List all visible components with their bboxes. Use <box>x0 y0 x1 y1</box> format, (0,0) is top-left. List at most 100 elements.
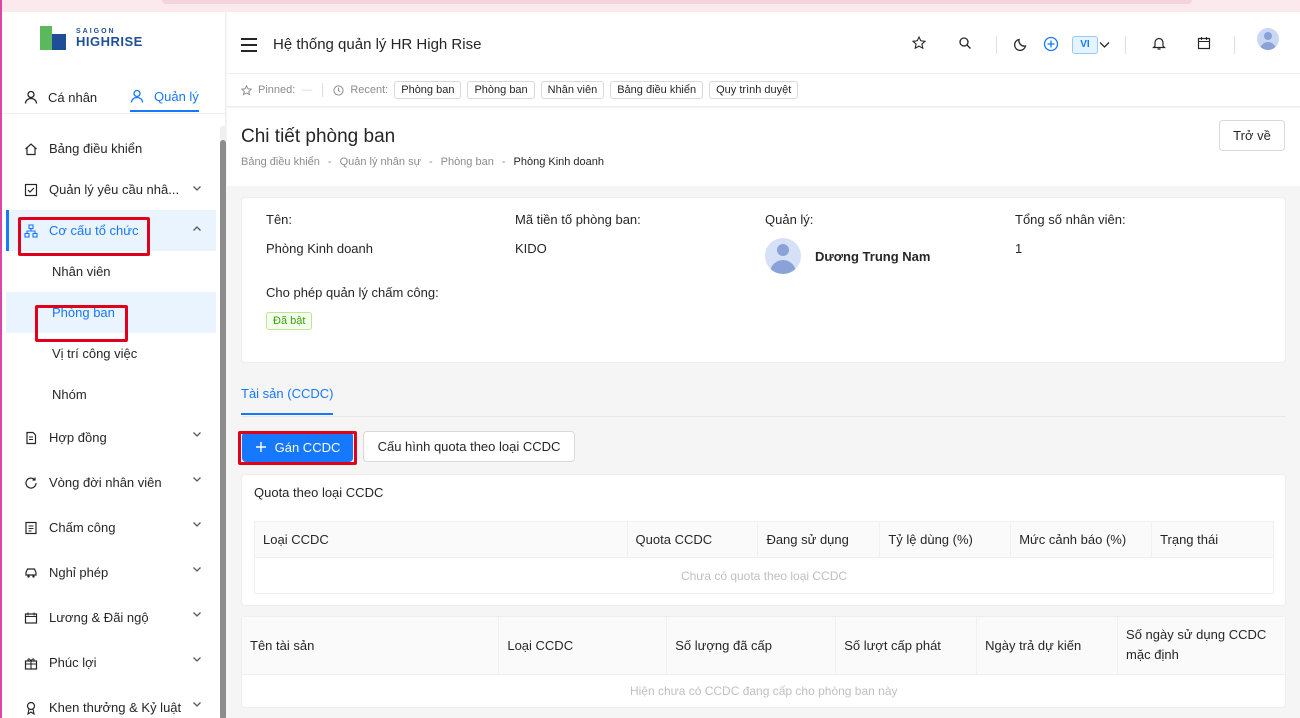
logo-line2: HIGHRISE <box>76 34 143 49</box>
sidebar-item-attendance[interactable]: Chấm công <box>6 505 216 550</box>
avatar <box>765 238 801 274</box>
column-header: Ngày trả dự kiến <box>976 617 1119 675</box>
department-code: KIDO <box>515 241 547 256</box>
column-header: Mức cảnh báo (%) <box>1010 521 1153 558</box>
sidebar-scrollbar-thumb[interactable] <box>220 140 226 718</box>
mode-manage[interactable]: Quản lý <box>130 82 199 112</box>
config-quota-button[interactable]: Cấu hình quota theo loại CCDC <box>363 431 575 462</box>
department-detail-card: Tên: Phòng Kinh doanh Mã tiền tố phòng b… <box>241 197 1286 363</box>
plus-icon <box>255 442 266 452</box>
recent-chip[interactable]: Phòng ban <box>394 81 462 99</box>
breadcrumb-item[interactable]: Quản lý nhân sự <box>340 156 421 168</box>
chevron-down-icon[interactable] <box>1099 40 1110 50</box>
clipboard-icon <box>25 521 37 534</box>
pinned-value: — <box>301 84 313 96</box>
sidebar-item-label: Khen thưởng & Kỷ luật <box>49 700 182 715</box>
menu-toggle-icon[interactable] <box>241 38 257 56</box>
add-circle-icon[interactable] <box>1043 36 1059 52</box>
award-icon <box>26 701 36 715</box>
table-header-row: Loại CCDC Quota CCDC Đang sử dụng Tỷ lệ … <box>254 521 1274 558</box>
column-header: Loại CCDC <box>498 617 668 675</box>
sidebar-item-label: Cơ cấu tổ chức <box>49 223 139 238</box>
mode-personal-label: Cá nhân <box>48 89 98 105</box>
sidebar-item-label: Nghỉ phép <box>49 565 109 580</box>
quota-table: Loại CCDC Quota CCDC Đang sử dụng Tỷ lệ … <box>254 521 1274 594</box>
column-header: Tên tài sản <box>242 617 500 675</box>
column-header: Quota CCDC <box>627 521 759 558</box>
chevron-down-icon <box>193 186 201 191</box>
empty-message: Hiện chưa có CCDC đang cấp cho phòng ban… <box>629 684 898 699</box>
language-selector[interactable]: VI <box>1072 36 1098 54</box>
cycle-icon <box>25 476 37 489</box>
quota-title: Quota theo loại CCDC <box>254 485 384 500</box>
pinned-recent-bar: Pinned: — Recent: Phòng ban Phòng ban Nh… <box>227 74 1300 107</box>
logo-mark-icon <box>38 24 72 52</box>
tab-bar: Tài sản (CCDC) <box>241 380 1286 417</box>
recent-chip[interactable]: Nhân viên <box>540 81 605 99</box>
recent-chip[interactable]: Bảng điều khiển <box>610 81 704 99</box>
table-row: Chưa có quota theo loại CCDC <box>255 558 1274 594</box>
sidebar-item-contracts[interactable]: Hợp đồng <box>6 415 216 460</box>
sidebar-item-label: Chấm công <box>49 520 116 535</box>
sidebar-item-leave[interactable]: Nghỉ phép <box>6 550 216 595</box>
chevron-down-icon <box>193 612 201 617</box>
breadcrumb-separator: - <box>327 156 332 168</box>
breadcrumb-item[interactable]: Phòng ban <box>441 156 494 168</box>
calendar-icon[interactable] <box>1197 36 1211 50</box>
sidebar-scrollbar[interactable] <box>220 126 226 718</box>
chevron-down-icon <box>193 477 201 482</box>
column-header: Tỷ lệ dùng (%) <box>879 521 1012 558</box>
empty-message: Chưa có quota theo loại CCDC <box>680 568 848 583</box>
sidebar-item-org-structure[interactable]: Cơ cấu tổ chức <box>6 210 216 251</box>
contract-icon <box>26 431 37 444</box>
logo[interactable]: SAIGON HIGHRISE <box>38 24 143 52</box>
top-header: Hệ thống quản lý HR High Rise VI <box>227 12 1300 74</box>
bell-icon[interactable] <box>1152 36 1166 51</box>
sidebar-subitem-departments[interactable]: Phòng ban <box>6 292 216 333</box>
user-avatar[interactable] <box>1257 28 1279 50</box>
total-employees-value: 1 <box>1015 241 1023 256</box>
assets-table: Tên tài sản Loại CCDC Số lượng đã cấp Số… <box>242 617 1286 708</box>
car-icon <box>25 567 37 578</box>
sidebar-menu: Bảng điều khiển Quản lý yêu cầu nhâ... C… <box>6 128 216 718</box>
back-button[interactable]: Trở về <box>1219 120 1285 151</box>
chevron-down-icon <box>193 432 201 437</box>
header-divider <box>1125 36 1126 54</box>
sidebar-subitem-employees[interactable]: Nhân viên <box>6 251 216 292</box>
assign-ccdc-label: Gán CCDC <box>274 439 341 455</box>
assign-ccdc-button[interactable]: Gán CCDC <box>242 432 353 462</box>
breadcrumb: Bảng điều khiển - Quản lý nhân sự - Phòng … <box>241 156 604 168</box>
sidebar-item-salary[interactable]: Lương & Đãi ngộ <box>6 595 216 640</box>
search-icon[interactable] <box>958 36 972 50</box>
user-icon <box>24 90 38 104</box>
sidebar-item-label: Lương & Đãi ngộ <box>49 610 149 625</box>
breadcrumb-current: Phòng Kinh doanh <box>513 156 605 168</box>
sidebar-item-requests[interactable]: Quản lý yêu cầu nhâ... <box>6 169 216 210</box>
checkbox-icon <box>24 183 38 196</box>
dark-mode-icon[interactable] <box>1014 36 1029 51</box>
page-title: Chi tiết phòng ban <box>241 126 396 147</box>
chevron-down-icon <box>193 702 201 707</box>
sidebar-item-benefits[interactable]: Phúc lợi <box>6 640 216 685</box>
tab-assets[interactable]: Tài sản (CCDC) <box>241 386 334 415</box>
top-strip-bar <box>162 0 1192 4</box>
user-icon <box>130 89 144 103</box>
recent-chip[interactable]: Phòng ban <box>467 81 535 99</box>
department-name: Phòng Kinh doanh <box>266 241 373 256</box>
mode-personal[interactable]: Cá nhân <box>24 82 97 112</box>
column-header: Trạng thái <box>1151 521 1274 558</box>
column-header: Số lượt cấp phát <box>835 617 978 675</box>
attendance-label: Cho phép quản lý chấm công: <box>266 285 439 300</box>
browser-top-strip <box>0 0 1300 12</box>
column-header: Đang sử dụng <box>757 521 881 558</box>
sidebar-subitem-positions[interactable]: Vị trí công việc <box>6 333 216 374</box>
breadcrumb-item[interactable]: Bảng điều khiển <box>241 156 320 168</box>
table-row: Hiện chưa có CCDC đang cấp cho phòng ban… <box>242 674 1286 708</box>
sidebar-item-dashboard[interactable]: Bảng điều khiển <box>6 128 216 169</box>
sidebar-item-lifecycle[interactable]: Vòng đời nhân viên <box>6 460 216 505</box>
sidebar-subitem-groups[interactable]: Nhóm <box>6 374 216 415</box>
recent-chip[interactable]: Quy trình duyệt <box>709 81 799 99</box>
star-icon[interactable] <box>912 36 926 50</box>
sidebar-item-rewards[interactable]: Khen thưởng & Kỷ luật <box>6 685 216 718</box>
column-header: Số ngày sử dụng CCDC mặc định <box>1117 617 1286 675</box>
